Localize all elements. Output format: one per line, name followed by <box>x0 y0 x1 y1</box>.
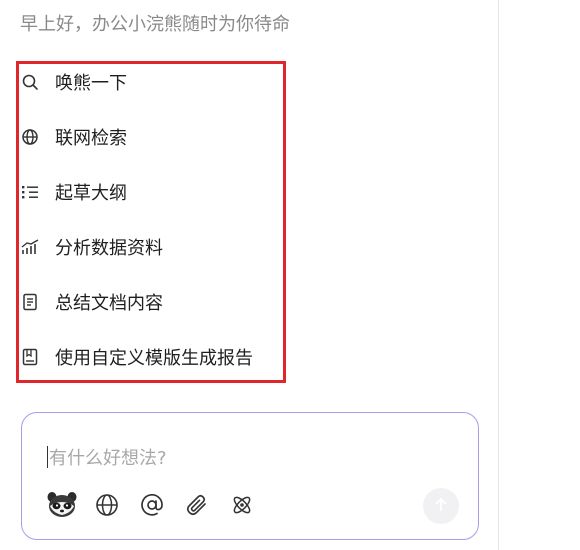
document-icon <box>20 292 40 312</box>
greeting-text: 早上好，办公小浣熊随时为你待命 <box>20 14 290 35</box>
menu-item-label: 联网检索 <box>55 128 127 149</box>
highlight-annotation-box <box>16 61 286 383</box>
chat-input-box[interactable]: 有什么好想法? <box>21 412 479 540</box>
menu-item-analyze-data[interactable]: 分析数据资料 <box>19 229 281 265</box>
text-caret <box>47 446 48 468</box>
search-icon <box>20 72 40 92</box>
menu-item-summon[interactable]: 唤熊一下 <box>19 64 281 100</box>
menu-item-label: 总结文档内容 <box>55 293 163 314</box>
paperclip-icon[interactable] <box>181 489 213 521</box>
atom-icon[interactable] <box>226 489 258 521</box>
menu-item-custom-template-report[interactable]: 使用自定义模版生成报告 <box>19 339 281 375</box>
globe-icon[interactable] <box>91 489 123 521</box>
menu-item-label: 分析数据资料 <box>55 238 163 259</box>
input-toolbar <box>46 489 271 521</box>
globe-icon <box>20 127 40 147</box>
menu-item-summarize-doc[interactable]: 总结文档内容 <box>19 284 281 320</box>
menu-item-web-search[interactable]: 联网检索 <box>19 119 281 155</box>
arrow-up-icon <box>433 496 449 516</box>
at-mention-icon[interactable] <box>136 489 168 521</box>
menu-item-label: 唤熊一下 <box>55 73 127 94</box>
bookmark-template-icon <box>20 347 40 367</box>
raccoon-avatar-icon[interactable] <box>46 489 78 521</box>
bar-chart-icon <box>20 237 40 257</box>
send-button[interactable] <box>423 488 459 524</box>
outline-list-icon <box>20 182 40 202</box>
chat-input-placeholder[interactable]: 有什么好想法? <box>49 444 167 470</box>
chat-panel: 早上好，办公小浣熊随时为你待命 唤熊一下 联网检索 起草大纲 分析数据资料 总结… <box>0 0 499 550</box>
menu-item-label: 使用自定义模版生成报告 <box>55 348 253 369</box>
panel-divider <box>498 0 499 550</box>
menu-item-draft-outline[interactable]: 起草大纲 <box>19 174 281 210</box>
menu-item-label: 起草大纲 <box>55 183 127 204</box>
